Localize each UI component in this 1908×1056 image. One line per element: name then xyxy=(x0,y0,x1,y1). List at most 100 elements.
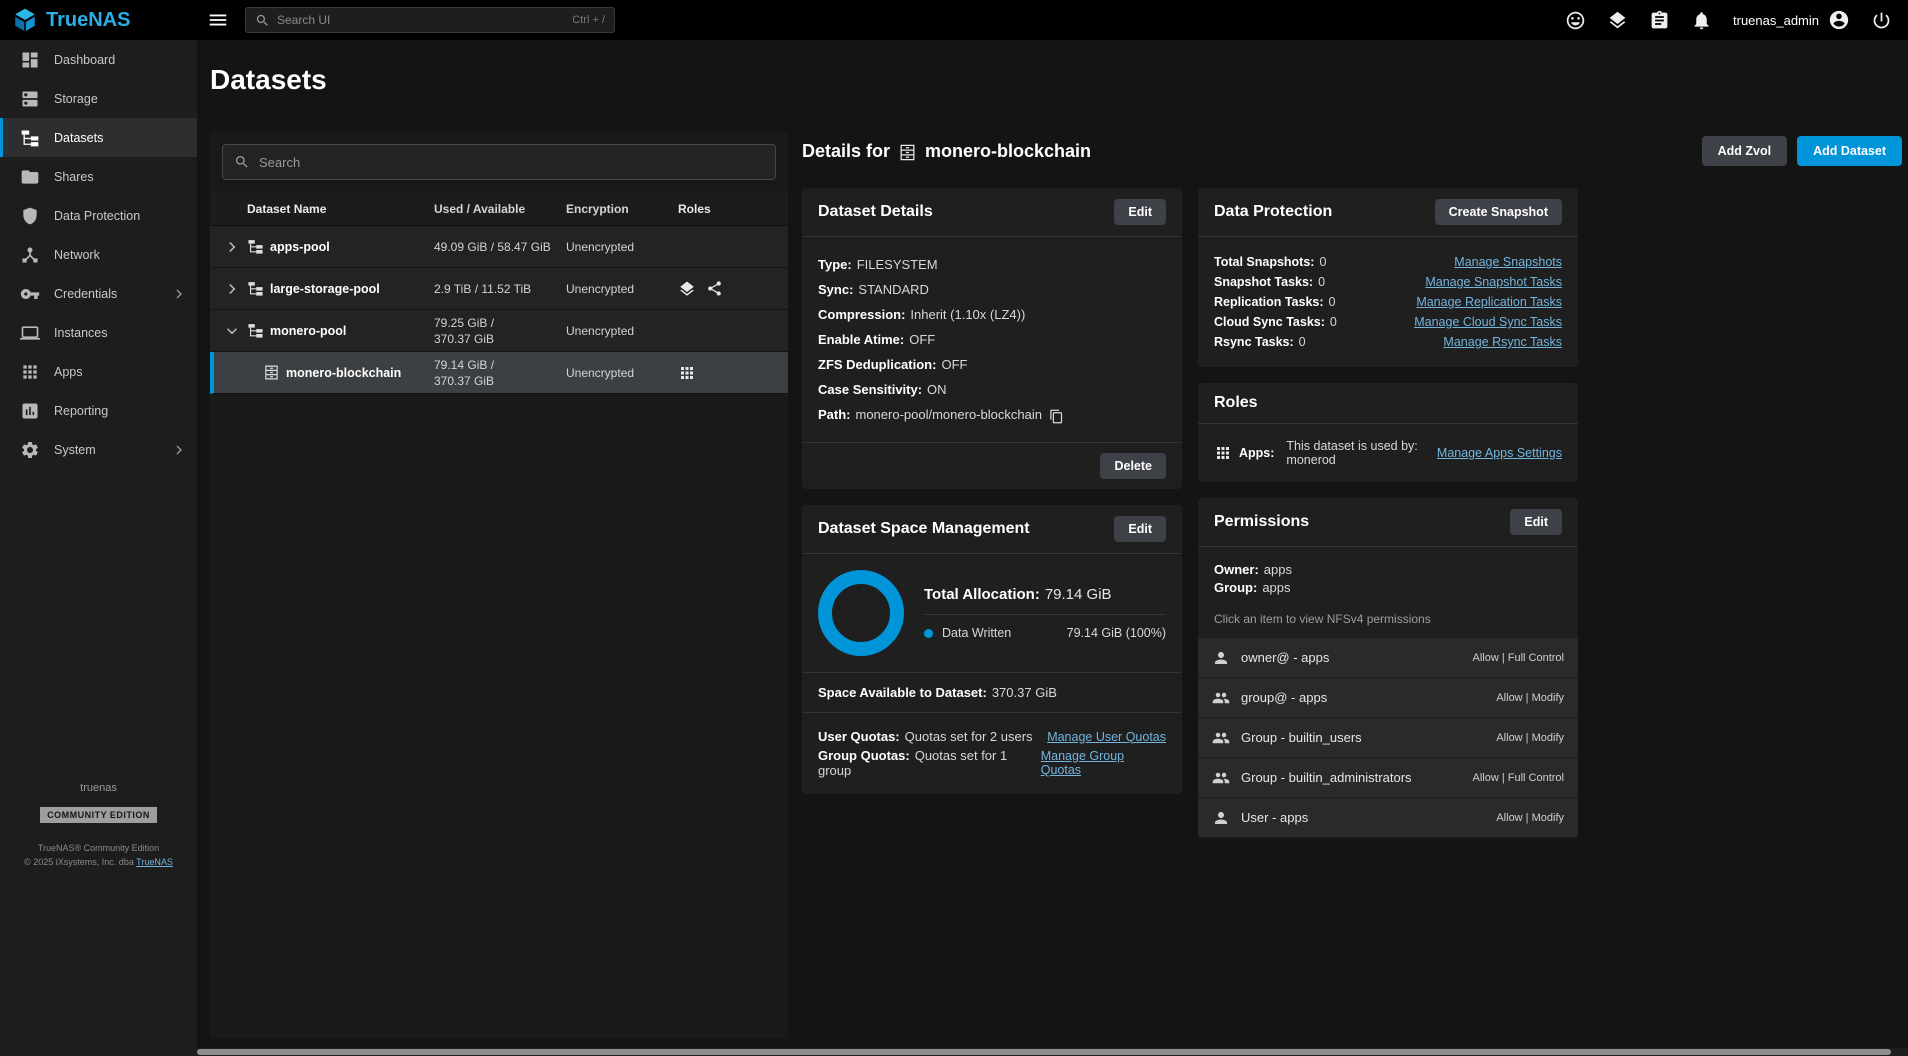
dataset-search[interactable] xyxy=(222,144,776,180)
roles-card: Roles Apps: This dataset is used by: mon… xyxy=(1198,383,1578,482)
permission-item-group-at[interactable]: group@ - apps Allow | Modify xyxy=(1198,678,1578,718)
add-zvol-button[interactable]: Add Zvol xyxy=(1702,136,1787,166)
space-available: Space Available to Dataset:370.37 GiB xyxy=(802,672,1182,712)
owner-row: Owner:apps xyxy=(1214,562,1562,577)
create-snapshot-button[interactable]: Create Snapshot xyxy=(1435,199,1562,225)
field-sync: Sync:STANDARD xyxy=(818,279,1166,300)
dataset-search-input[interactable] xyxy=(259,155,764,170)
details-title: Details for monero-blockchain xyxy=(802,141,1091,162)
sidebar-item-system[interactable]: System xyxy=(0,430,197,469)
sidebar-item-credentials[interactable]: Credentials xyxy=(0,274,197,313)
sidebar-item-shares[interactable]: Shares xyxy=(0,157,197,196)
column-header-used-available: Used / Available xyxy=(434,201,566,217)
permission-item-builtin-users[interactable]: Group - builtin_users Allow | Modify xyxy=(1198,718,1578,758)
dataset-row-large-storage-pool[interactable]: large-storage-pool 2.9 TiB / 11.52 TiB U… xyxy=(210,268,788,310)
permissions-card: Permissions Edit Owner:apps Group:apps C… xyxy=(1198,498,1578,838)
add-dataset-button[interactable]: Add Dataset xyxy=(1797,136,1902,166)
sidebar-item-label: Dashboard xyxy=(54,53,115,67)
legend-dot xyxy=(924,629,933,638)
storage-icon xyxy=(20,89,40,109)
sidebar-item-reporting[interactable]: Reporting xyxy=(0,391,197,430)
replication-tasks-row: Replication Tasks:0 Manage Replication T… xyxy=(1214,295,1562,309)
copyright: © 2025 iXsystems, Inc. dba TrueNAS xyxy=(0,855,197,869)
dataset-row-apps-pool[interactable]: apps-pool 49.09 GiB / 58.47 GiB Unencryp… xyxy=(210,226,788,268)
alerts-bell-icon[interactable] xyxy=(1691,9,1712,31)
global-search[interactable]: Ctrl + / xyxy=(245,7,615,33)
truenas-logo[interactable]: TrueNAS xyxy=(0,7,197,33)
person-icon xyxy=(1212,649,1230,667)
pool-tree-icon xyxy=(247,238,264,256)
copy-path-icon[interactable] xyxy=(1049,408,1064,424)
permission-item-owner[interactable]: owner@ - apps Allow | Full Control xyxy=(1198,638,1578,678)
expand-chevron-icon[interactable] xyxy=(223,280,241,298)
dataset-row-monero-blockchain[interactable]: monero-blockchain 79.14 GiB / 370.37 GiB… xyxy=(210,352,788,394)
jobs-layers-icon[interactable] xyxy=(1607,9,1628,31)
checklist-clipboard-icon[interactable] xyxy=(1649,9,1670,31)
hamburger-menu-icon[interactable] xyxy=(207,7,229,33)
truenas-link[interactable]: TrueNAS xyxy=(136,857,173,867)
sidebar-item-network[interactable]: Network xyxy=(0,235,197,274)
manage-group-quotas-link[interactable]: Manage Group Quotas xyxy=(1041,749,1166,777)
dataset-row-monero-pool[interactable]: monero-pool 79.25 GiB / 370.37 GiB Unenc… xyxy=(210,310,788,352)
sidebar-item-instances[interactable]: Instances xyxy=(0,313,197,352)
dataset-name: large-storage-pool xyxy=(270,282,380,296)
used-available-value: 79.14 GiB / 370.37 GiB xyxy=(434,357,566,389)
group-quotas-row: Group Quotas:Quotas set for 1 group Mana… xyxy=(818,748,1166,778)
global-search-input[interactable] xyxy=(277,13,565,27)
pool-tree-icon xyxy=(247,280,264,298)
sidebar-item-datasets[interactable]: Datasets xyxy=(0,118,197,157)
dataset-details-card: Dataset Details Edit Type:FILESYSTEM Syn… xyxy=(802,188,1182,489)
card-title: Dataset Details xyxy=(818,203,933,221)
apps-grid-icon xyxy=(20,362,40,382)
manage-user-quotas-link[interactable]: Manage User Quotas xyxy=(1047,730,1166,744)
shield-icon xyxy=(20,206,40,226)
apps-role-layers-icon xyxy=(678,280,696,298)
truenas-logo-icon xyxy=(12,7,38,33)
collapse-chevron-icon[interactable] xyxy=(223,322,241,340)
edit-space-button[interactable]: Edit xyxy=(1114,516,1166,542)
permission-item-builtin-administrators[interactable]: Group - builtin_administrators Allow | F… xyxy=(1198,758,1578,798)
sidebar-item-dashboard[interactable]: Dashboard xyxy=(0,40,197,79)
field-type: Type:FILESYSTEM xyxy=(818,254,1166,275)
feedback-smiley-icon[interactable] xyxy=(1565,9,1586,31)
manage-snapshots-link[interactable]: Manage Snapshots xyxy=(1454,255,1562,269)
brand-name: TrueNAS xyxy=(46,9,130,32)
sidebar-item-apps[interactable]: Apps xyxy=(0,352,197,391)
chevron-right-icon xyxy=(171,286,187,302)
account-circle-icon[interactable] xyxy=(1828,9,1850,31)
card-title: Data Protection xyxy=(1214,203,1332,221)
horizontal-scrollbar-thumb[interactable] xyxy=(197,1049,1891,1055)
manage-replication-tasks-link[interactable]: Manage Replication Tasks xyxy=(1416,295,1562,309)
gear-icon xyxy=(20,440,40,460)
main-content: Datasets Dataset Name Used / Available E… xyxy=(197,40,1908,1056)
username[interactable]: truenas_admin xyxy=(1733,13,1819,28)
permission-item-user-apps[interactable]: User - apps Allow | Modify xyxy=(1198,798,1578,838)
sidebar-item-label: Credentials xyxy=(54,287,117,301)
permissions-list: owner@ - apps Allow | Full Control group… xyxy=(1198,638,1578,838)
pool-tree-icon xyxy=(247,322,264,340)
horizontal-scrollbar[interactable] xyxy=(197,1048,1908,1056)
copyright-text: © 2025 iXsystems, Inc. dba xyxy=(24,857,136,867)
delete-dataset-button[interactable]: Delete xyxy=(1100,453,1166,479)
manage-rsync-tasks-link[interactable]: Manage Rsync Tasks xyxy=(1443,335,1562,349)
sidebar: Dashboard Storage Datasets Shares Data P… xyxy=(0,40,197,1056)
edit-permissions-button[interactable]: Edit xyxy=(1510,509,1562,535)
manage-cloud-sync-tasks-link[interactable]: Manage Cloud Sync Tasks xyxy=(1414,315,1562,329)
edit-dataset-details-button[interactable]: Edit xyxy=(1114,199,1166,225)
sidebar-item-label: Apps xyxy=(54,365,83,379)
apps-role-row: Apps: This dataset is used by: monerod M… xyxy=(1198,424,1578,482)
details-panel: Details for monero-blockchain Add Zvol A… xyxy=(802,132,1908,1038)
manage-snapshot-tasks-link[interactable]: Manage Snapshot Tasks xyxy=(1425,275,1562,289)
sidebar-item-label: Datasets xyxy=(54,131,103,145)
manage-apps-settings-link[interactable]: Manage Apps Settings xyxy=(1437,446,1562,460)
field-path: Path:monero-pool/monero-blockchain xyxy=(818,404,1166,425)
bar-chart-icon xyxy=(20,401,40,421)
topbar-actions: truenas_admin xyxy=(1565,9,1908,31)
encryption-value: Unencrypted xyxy=(566,240,678,254)
sidebar-item-data-protection[interactable]: Data Protection xyxy=(0,196,197,235)
expand-chevron-icon[interactable] xyxy=(223,238,241,256)
laptop-icon xyxy=(20,323,40,343)
sidebar-item-storage[interactable]: Storage xyxy=(0,79,197,118)
power-icon[interactable] xyxy=(1871,9,1892,31)
dataset-name: monero-pool xyxy=(270,324,346,338)
